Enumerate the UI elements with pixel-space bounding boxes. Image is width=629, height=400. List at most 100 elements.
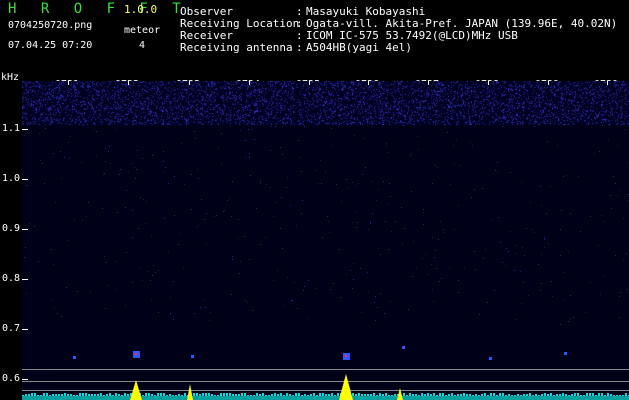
noise-dot <box>196 227 197 228</box>
noise-dot <box>301 213 302 214</box>
noise-dot <box>39 133 40 134</box>
baseline-spike <box>271 394 273 396</box>
noise-dot <box>544 247 545 248</box>
noise-dot <box>627 289 628 290</box>
noise-dot <box>458 205 459 206</box>
baseline-spike <box>229 393 231 396</box>
noise-dot <box>68 142 69 143</box>
noise-dot <box>403 125 404 126</box>
baseline-spike <box>550 393 552 396</box>
baseline-spike <box>388 395 390 396</box>
noise-dot <box>502 126 503 127</box>
noise-dot <box>61 316 62 317</box>
noise-dot <box>437 167 438 168</box>
baseline-spike <box>124 393 126 396</box>
noise-dot <box>321 183 322 184</box>
noise-dot <box>568 251 569 252</box>
noise-dot <box>435 165 436 166</box>
baseline-spike <box>67 394 69 396</box>
meteor-peak <box>187 384 193 400</box>
baseline-spike <box>82 393 84 396</box>
noise-dot <box>163 161 164 162</box>
noise-dot <box>25 247 26 248</box>
noise-dot <box>116 261 117 262</box>
freq-tick <box>22 379 28 380</box>
baseline-spike <box>502 393 504 396</box>
baseline-spike <box>58 394 60 396</box>
noise-dot <box>411 153 412 154</box>
baseline-spike <box>589 393 591 396</box>
noise-dot <box>254 139 255 140</box>
noise-dot <box>526 228 527 229</box>
time-tick <box>548 81 549 85</box>
noise-dot <box>204 219 205 220</box>
noise-dot <box>532 229 533 230</box>
baseline-spike <box>157 393 159 396</box>
noise-dot <box>151 236 152 237</box>
baseline-spike <box>382 394 384 396</box>
noise-dot <box>249 259 250 260</box>
noise-dot <box>308 280 309 281</box>
noise-dot <box>550 186 551 187</box>
noise-dot <box>105 161 106 162</box>
noise-dot <box>329 232 330 233</box>
noise-dot <box>74 220 75 221</box>
noise-dot <box>221 133 222 134</box>
noise-dot <box>370 223 371 224</box>
noise-dot <box>270 187 271 188</box>
baseline-spike <box>109 393 111 396</box>
baseline-spike <box>376 395 378 396</box>
freq-label: 0.7 <box>2 323 21 334</box>
noise-dot <box>364 138 365 139</box>
noise-dot <box>425 254 426 255</box>
noise-dot <box>270 150 271 151</box>
baseline-spike <box>565 394 567 396</box>
noise-dot <box>325 172 326 173</box>
noise-dot <box>560 324 561 325</box>
baseline-spike <box>163 393 165 396</box>
noise-dot <box>209 320 210 321</box>
baseline-spike <box>55 394 57 396</box>
noise-dot <box>292 300 293 301</box>
noise-dot <box>191 174 192 175</box>
noise-dot <box>578 176 579 177</box>
noise-dot <box>66 287 67 288</box>
baseline-spike <box>619 395 621 396</box>
baseline-spike <box>373 393 375 396</box>
noise-dot <box>522 247 523 248</box>
baseline-spike <box>25 394 27 396</box>
noise-dot <box>153 154 154 155</box>
noise-dot <box>510 231 511 232</box>
noise-dot <box>104 173 105 174</box>
info-key-antenna: Receiving antenna <box>180 41 293 54</box>
baseline-spike <box>430 394 432 396</box>
noise-dot <box>557 145 558 146</box>
noise-dot <box>551 281 552 282</box>
noise-dot <box>152 275 153 276</box>
noise-dot <box>470 142 471 143</box>
baseline-spike <box>559 394 561 396</box>
baseline-spike <box>424 394 426 396</box>
noise-dot <box>303 290 304 291</box>
noise-dot <box>245 140 246 141</box>
noise-dot <box>472 145 473 146</box>
noise-dot <box>320 160 321 161</box>
noise-dot <box>356 227 357 228</box>
baseline-spike <box>571 394 573 396</box>
noise-dot <box>109 146 110 147</box>
guide-line <box>22 390 629 391</box>
baseline-spike <box>313 393 315 396</box>
meteor-echo <box>489 357 492 360</box>
noise-dot <box>515 253 516 254</box>
baseline-spike <box>307 395 309 396</box>
noise-dot <box>137 150 138 151</box>
baseline-spike <box>529 393 531 396</box>
noise-dot <box>368 229 369 230</box>
baseline-spike <box>148 393 150 396</box>
noise-dot <box>521 182 522 183</box>
baseline-spike <box>601 393 603 396</box>
noise-dot <box>600 294 601 295</box>
freq-label: 1.0 <box>2 173 21 184</box>
noise-dot <box>447 132 448 133</box>
noise-dot <box>173 319 174 320</box>
